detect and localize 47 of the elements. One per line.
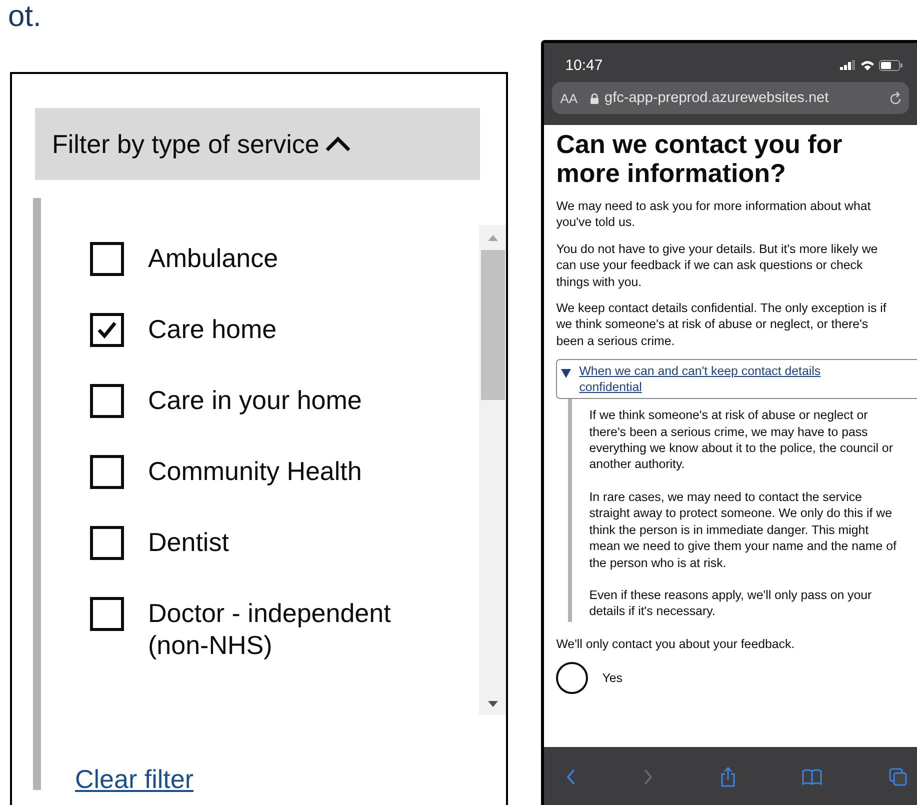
- radio-button[interactable]: [556, 662, 588, 694]
- wifi-icon: [860, 60, 875, 70]
- checkbox-label[interactable]: Dentist: [148, 526, 438, 558]
- status-time: 10:47: [565, 56, 603, 74]
- clear-filter-link[interactable]: Clear filter: [75, 764, 506, 795]
- battery-icon: [879, 60, 903, 70]
- paragraph: We'll only contact you about your feedback.: [556, 636, 796, 652]
- paragraph: You do not have to give your details. But it's more likely we can use your feedback if we can ask questions or check things with you.: [556, 240, 879, 290]
- paragraph: We keep contact details confidential. The only exception is if we think someone's at risk of abuse or neglect, or there's been a serious crime.: [556, 300, 888, 350]
- chevron-up-icon: [325, 136, 352, 152]
- checkbox-label[interactable]: Care home: [148, 313, 438, 345]
- checkbox[interactable]: [90, 242, 124, 276]
- details-summary[interactable]: When we can and can't keep contact details confidential: [556, 359, 917, 400]
- checkbox[interactable]: [90, 526, 124, 560]
- paragraph: We may need to ask you for more information about what you've told us.: [556, 198, 872, 231]
- scroll-up-icon[interactable]: [488, 235, 498, 241]
- signal-icon: [840, 60, 856, 70]
- disclosure-triangle-icon: [561, 369, 572, 378]
- details-paragraph: If we think someone's at risk of abuse or neglect or there's been a serious crime, we may have to pass everything we know about it to the police, the council or another authority.: [589, 407, 894, 473]
- checkbox[interactable]: [90, 384, 124, 418]
- details-paragraph: Even if these reasons apply, we'll only pass on your details if it's necessary.: [589, 586, 873, 620]
- checkbox[interactable]: [90, 455, 124, 489]
- checkbox-label[interactable]: Community Health: [148, 455, 438, 487]
- scroll-down-icon[interactable]: [488, 701, 498, 707]
- checkbox-label[interactable]: Doctor - independent (non-NHS): [148, 597, 438, 661]
- checkmark-icon: [97, 321, 117, 339]
- caption-text: ot.: [8, 0, 42, 35]
- lock-icon: [590, 92, 599, 104]
- details-paragraph: In rare cases, we may need to contact the service straight away to protect someone. We only do this if we think the person is in immediate danger. This might mean we need to give them your name and the name of the person who is at risk.: [589, 488, 898, 571]
- scrollbar-thumb[interactable]: [480, 250, 504, 400]
- checkbox-label[interactable]: Care in your home: [148, 384, 438, 416]
- share-icon[interactable]: [720, 767, 736, 787]
- address-bar[interactable]: AA gfc-app-preprod.azurewebsites.net: [552, 82, 909, 114]
- details-summary-link[interactable]: When we can and can't keep contact details confidential: [579, 363, 917, 396]
- tabs-icon[interactable]: [888, 768, 907, 786]
- page-heading: Can we contact you for more information?: [556, 130, 844, 188]
- back-icon[interactable]: [566, 769, 576, 785]
- url-text: gfc-app-preprod.azurewebsites.net: [604, 90, 830, 106]
- checkbox[interactable]: [90, 597, 124, 631]
- radio-label[interactable]: Yes: [602, 671, 622, 686]
- reload-icon[interactable]: [889, 90, 903, 106]
- scrollbar[interactable]: [479, 225, 506, 715]
- filter-header-button[interactable]: Filter by type of service: [35, 108, 480, 180]
- book-icon[interactable]: [802, 769, 822, 785]
- checkbox[interactable]: [90, 313, 124, 347]
- checkbox-label[interactable]: Ambulance: [148, 242, 438, 274]
- text-size-button[interactable]: AA: [560, 90, 584, 106]
